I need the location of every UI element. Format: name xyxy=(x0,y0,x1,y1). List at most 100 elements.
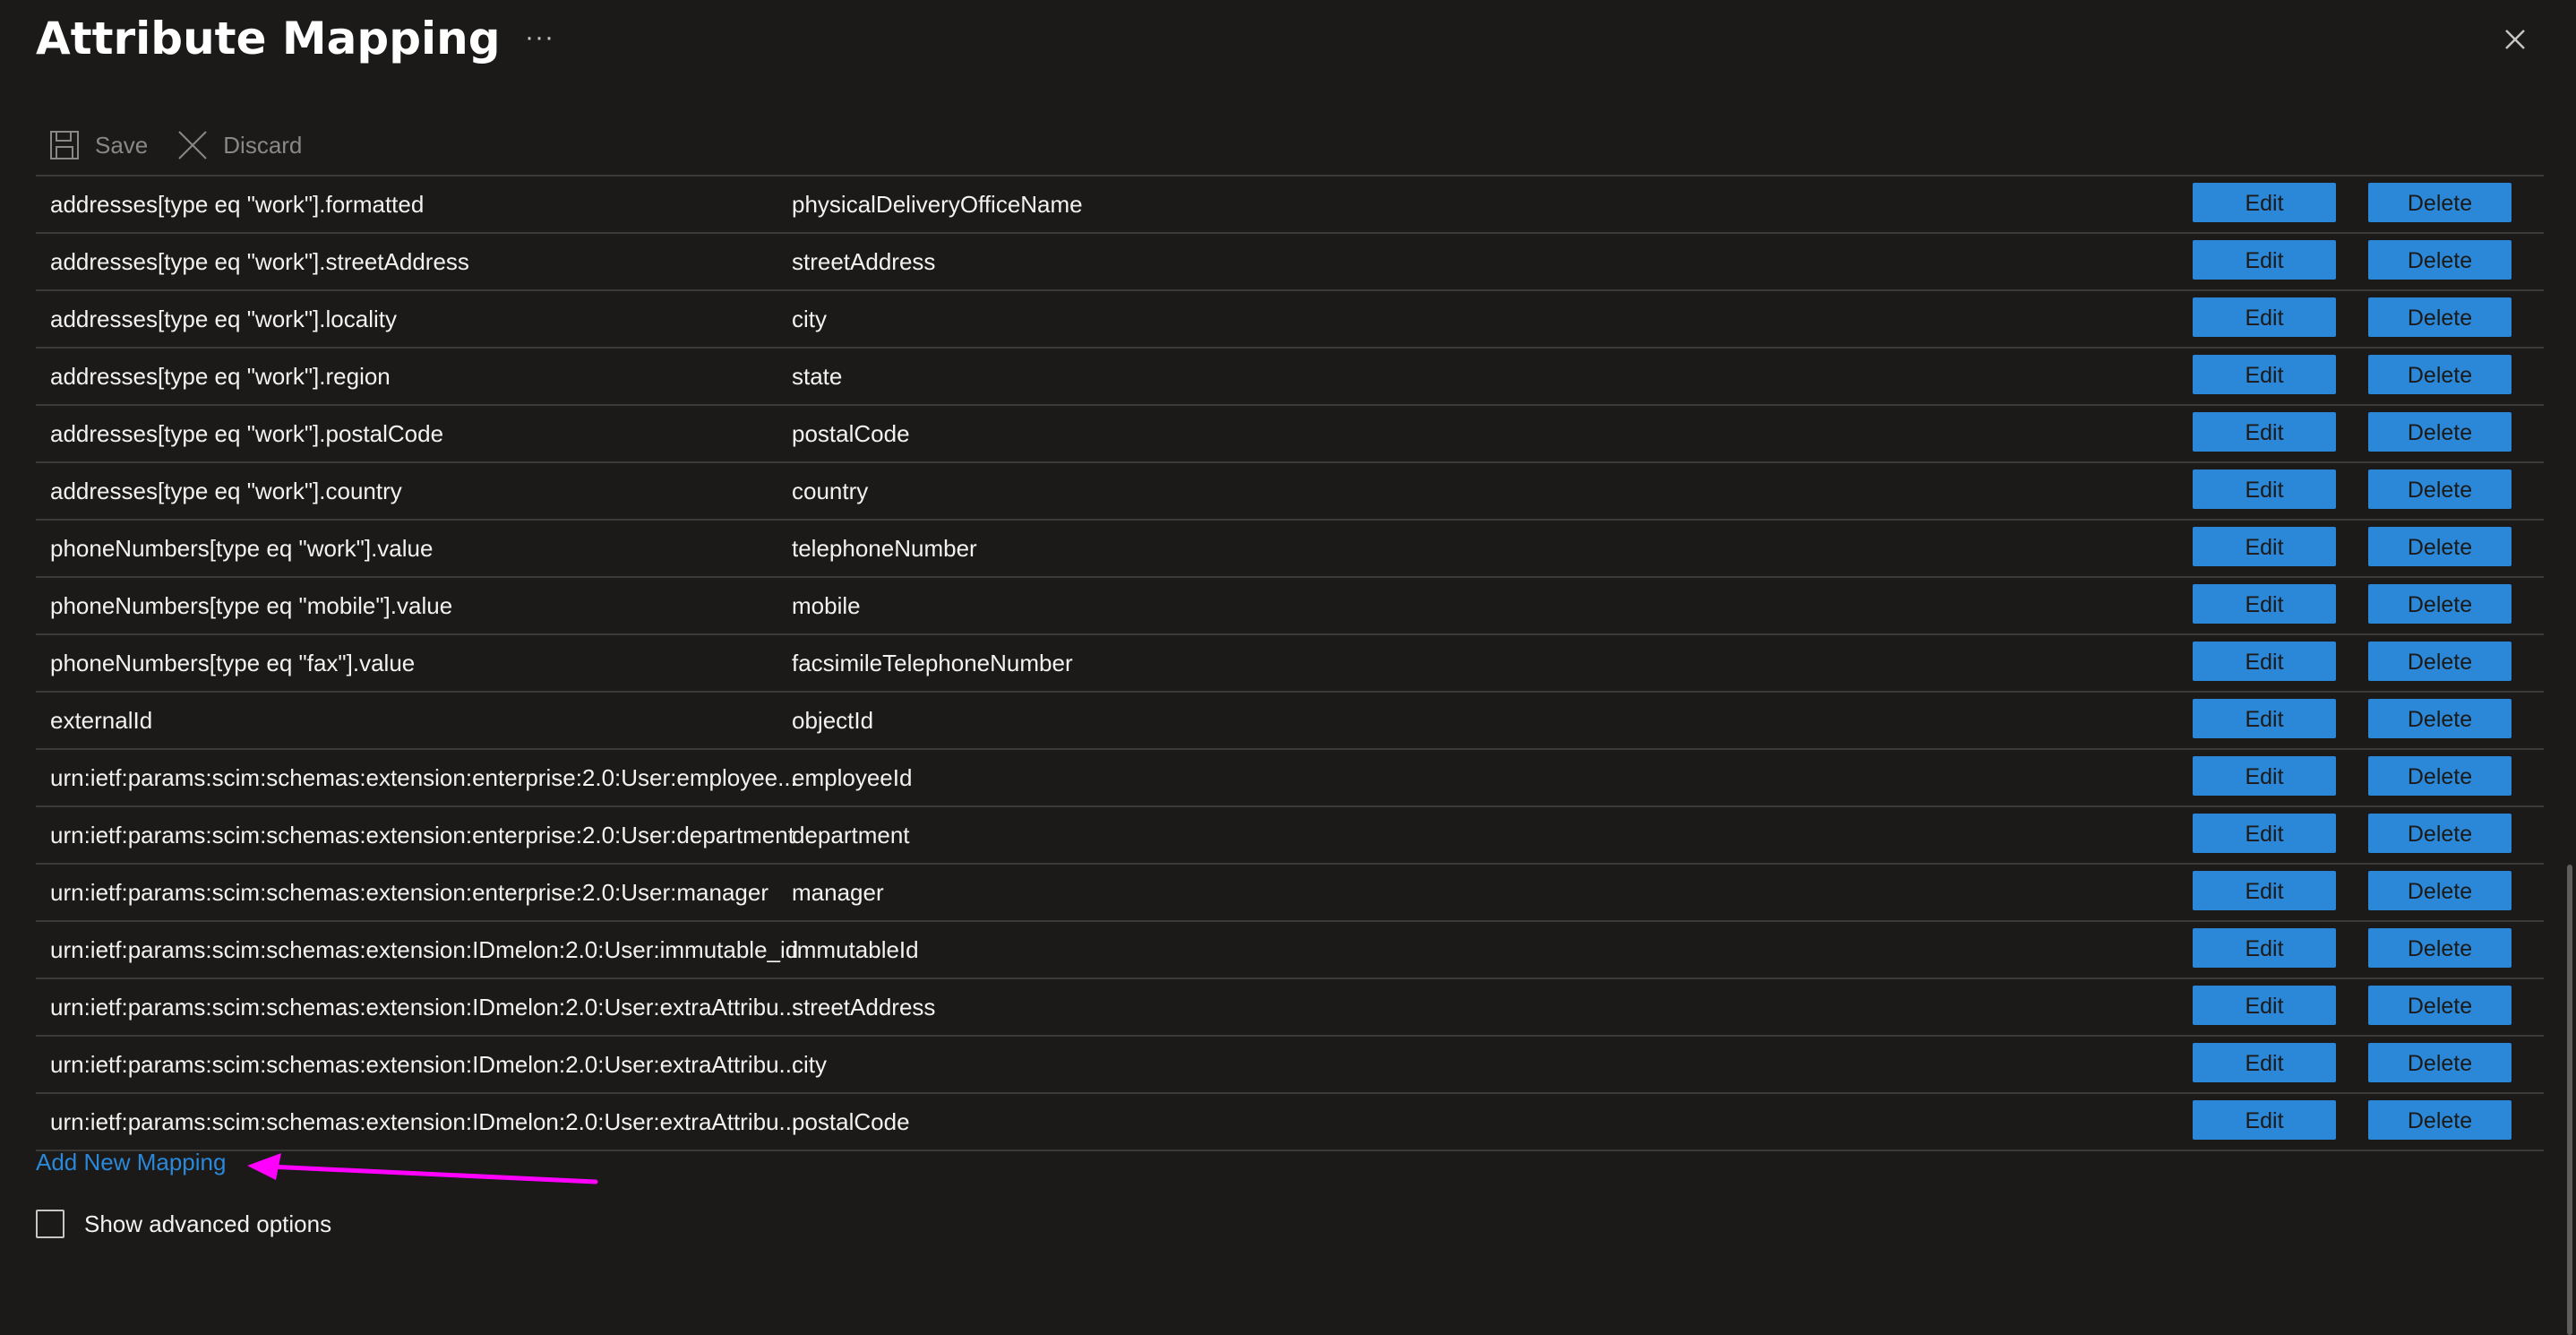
delete-button[interactable]: Delete xyxy=(2368,928,2512,968)
table-row: addresses[type eq "work"].region state Edi… xyxy=(36,349,2544,406)
delete-button[interactable]: Delete xyxy=(2368,355,2512,394)
delete-button[interactable]: Delete xyxy=(2368,699,2512,738)
save-label: Save xyxy=(95,131,149,159)
target-attribute: physicalDeliveryOfficeName xyxy=(792,191,1083,218)
delete-button[interactable]: Delete xyxy=(2368,527,2512,566)
edit-button[interactable]: Edit xyxy=(2193,928,2336,968)
add-new-mapping-link[interactable]: Add New Mapping xyxy=(36,1147,226,1177)
save-icon xyxy=(50,131,79,159)
table-row: addresses[type eq "work"].formatted physi… xyxy=(36,177,2544,234)
table-row: phoneNumbers[type eq "mobile"].value mobi… xyxy=(36,578,2544,635)
source-attribute: addresses[type eq "work"].postalCode xyxy=(50,420,444,447)
target-attribute: telephoneNumber xyxy=(792,535,977,562)
target-attribute: postalCode xyxy=(792,420,910,447)
edit-button[interactable]: Edit xyxy=(2193,871,2336,910)
advanced-options-row: Show advanced options xyxy=(36,1210,331,1238)
close-icon[interactable] xyxy=(2497,22,2533,57)
attribute-mappings-table: addresses[type eq "work"].formatted physi… xyxy=(36,175,2544,1151)
table-row: addresses[type eq "work"].postalCode post… xyxy=(36,406,2544,463)
target-attribute: country xyxy=(792,478,869,504)
table-row: urn:ietf:params:scim:schemas:extension:I… xyxy=(36,1037,2544,1094)
edit-button[interactable]: Edit xyxy=(2193,1100,2336,1140)
table-row: phoneNumbers[type eq "work"].value teleph… xyxy=(36,521,2544,578)
target-attribute: city xyxy=(792,306,827,332)
edit-button[interactable]: Edit xyxy=(2193,297,2336,337)
edit-button[interactable]: Edit xyxy=(2193,355,2336,394)
source-attribute: addresses[type eq "work"].country xyxy=(50,478,402,504)
source-attribute: urn:ietf:params:scim:schemas:extension:e… xyxy=(50,764,797,791)
delete-button[interactable]: Delete xyxy=(2368,986,2512,1025)
delete-button[interactable]: Delete xyxy=(2368,412,2512,452)
edit-button[interactable]: Edit xyxy=(2193,756,2336,796)
target-attribute: facsimileTelephoneNumber xyxy=(792,650,1073,676)
edit-button[interactable]: Edit xyxy=(2193,183,2336,222)
table-row: externalId objectId Edit Delete xyxy=(36,693,2544,750)
discard-label: Discard xyxy=(223,131,303,159)
target-attribute: city xyxy=(792,1051,827,1078)
target-attribute: streetAddress xyxy=(792,994,936,1021)
source-attribute: urn:ietf:params:scim:schemas:extension:I… xyxy=(50,936,799,963)
table-row: urn:ietf:params:scim:schemas:extension:e… xyxy=(36,865,2544,922)
edit-button[interactable]: Edit xyxy=(2193,986,2336,1025)
target-attribute: immutableId xyxy=(792,936,919,963)
source-attribute: addresses[type eq "work"].streetAddress xyxy=(50,248,469,275)
target-attribute: employeeId xyxy=(792,764,913,791)
delete-button[interactable]: Delete xyxy=(2368,183,2512,222)
target-attribute: streetAddress xyxy=(792,248,936,275)
delete-button[interactable]: Delete xyxy=(2368,1100,2512,1140)
delete-button[interactable]: Delete xyxy=(2368,297,2512,337)
target-attribute: mobile xyxy=(792,592,861,619)
target-attribute: department xyxy=(792,822,910,848)
discard-icon xyxy=(178,131,207,159)
source-attribute: addresses[type eq "work"].locality xyxy=(50,306,397,332)
table-row: urn:ietf:params:scim:schemas:extension:I… xyxy=(36,922,2544,979)
delete-button[interactable]: Delete xyxy=(2368,584,2512,624)
source-attribute: urn:ietf:params:scim:schemas:extension:I… xyxy=(50,994,799,1021)
table-row: urn:ietf:params:scim:schemas:extension:e… xyxy=(36,750,2544,807)
edit-button[interactable]: Edit xyxy=(2193,1043,2336,1082)
source-attribute: urn:ietf:params:scim:schemas:extension:I… xyxy=(50,1051,799,1078)
show-advanced-label: Show advanced options xyxy=(84,1210,332,1237)
source-attribute: phoneNumbers[type eq "fax"].value xyxy=(50,650,416,676)
show-advanced-checkbox[interactable] xyxy=(36,1210,64,1238)
target-attribute: postalCode xyxy=(792,1108,910,1135)
source-attribute: addresses[type eq "work"].formatted xyxy=(50,191,425,218)
arrow-annotation xyxy=(247,1153,598,1184)
source-attribute: externalId xyxy=(50,707,153,734)
delete-button[interactable]: Delete xyxy=(2368,756,2512,796)
delete-button[interactable]: Delete xyxy=(2368,1043,2512,1082)
target-attribute: state xyxy=(792,363,843,390)
page-title: Attribute Mapping xyxy=(36,13,501,65)
edit-button[interactable]: Edit xyxy=(2193,469,2336,509)
edit-button[interactable]: Edit xyxy=(2193,584,2336,624)
source-attribute: urn:ietf:params:scim:schemas:extension:I… xyxy=(50,1108,799,1135)
more-options-button[interactable]: ··· xyxy=(525,20,554,56)
delete-button[interactable]: Delete xyxy=(2368,469,2512,509)
source-attribute: urn:ietf:params:scim:schemas:extension:e… xyxy=(50,879,769,906)
edit-button[interactable]: Edit xyxy=(2193,412,2336,452)
discard-button[interactable]: Discard xyxy=(176,129,302,161)
source-attribute: phoneNumbers[type eq "mobile"].value xyxy=(50,592,453,619)
edit-button[interactable]: Edit xyxy=(2193,240,2336,280)
edit-button[interactable]: Edit xyxy=(2193,527,2336,566)
delete-button[interactable]: Delete xyxy=(2368,871,2512,910)
table-row: phoneNumbers[type eq "fax"].value facsimi… xyxy=(36,635,2544,693)
delete-button[interactable]: Delete xyxy=(2368,642,2512,681)
edit-button[interactable]: Edit xyxy=(2193,699,2336,738)
table-row: addresses[type eq "work"].country country… xyxy=(36,463,2544,521)
target-attribute: manager xyxy=(792,879,884,906)
table-row: urn:ietf:params:scim:schemas:extension:e… xyxy=(36,807,2544,865)
source-attribute: phoneNumbers[type eq "work"].value xyxy=(50,535,434,562)
delete-button[interactable]: Delete xyxy=(2368,814,2512,853)
command-bar: Save Discard xyxy=(48,127,331,163)
target-attribute: objectId xyxy=(792,707,874,734)
source-attribute: addresses[type eq "work"].region xyxy=(50,363,391,390)
edit-button[interactable]: Edit xyxy=(2193,642,2336,681)
scrollbar[interactable] xyxy=(2567,865,2572,1335)
table-row: urn:ietf:params:scim:schemas:extension:I… xyxy=(36,979,2544,1037)
table-row: addresses[type eq "work"].locality city Ed… xyxy=(36,291,2544,349)
source-attribute: urn:ietf:params:scim:schemas:extension:e… xyxy=(50,822,794,848)
save-button[interactable]: Save xyxy=(48,129,148,161)
edit-button[interactable]: Edit xyxy=(2193,814,2336,853)
delete-button[interactable]: Delete xyxy=(2368,240,2512,280)
